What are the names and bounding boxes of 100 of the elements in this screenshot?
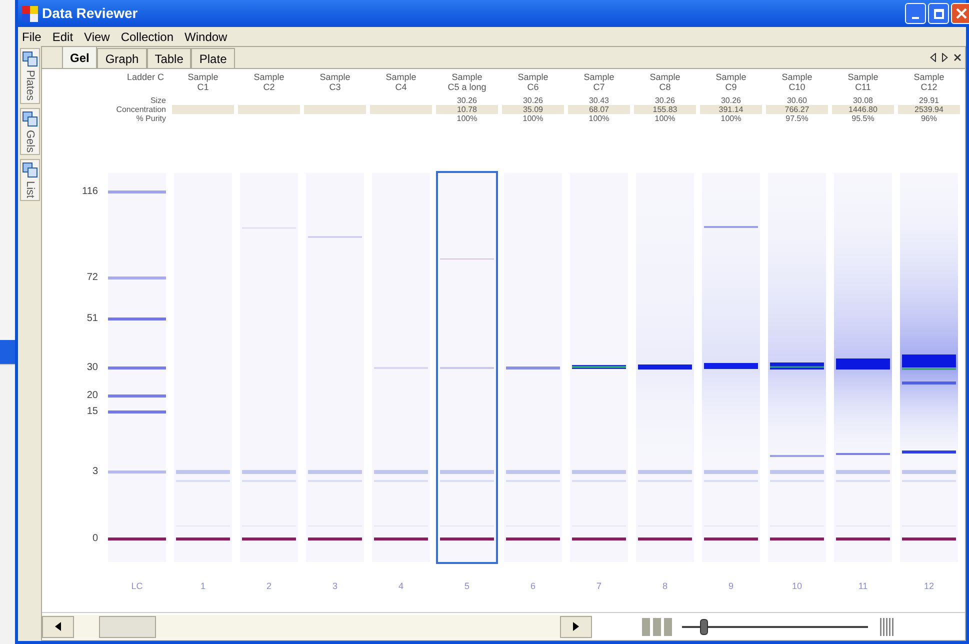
tab[interactable]: Gel <box>62 46 98 68</box>
lane-number: LC <box>131 580 143 593</box>
size-value: 30.43 <box>588 96 610 105</box>
lane-number: 11 <box>858 580 868 593</box>
purity-value: 95.5% <box>852 114 874 123</box>
lane-number: 6 <box>530 580 536 593</box>
row-label: Size <box>150 96 166 105</box>
purity-value: 100% <box>456 114 478 123</box>
close-icon <box>956 8 967 19</box>
axis-label: 30 <box>86 363 98 373</box>
app-icon <box>22 6 38 22</box>
purity-value: 100% <box>654 114 676 123</box>
size-value: 30.60 <box>786 96 808 105</box>
column-header: Sample C8 <box>650 72 680 94</box>
axis-label: 15 <box>86 407 98 417</box>
row-label: % Purity <box>136 114 166 123</box>
concentration-value: 391.14 <box>700 105 762 114</box>
gel-lane[interactable] <box>436 171 498 564</box>
tab[interactable]: Graph <box>97 48 147 68</box>
slider-thumb[interactable] <box>700 618 708 634</box>
size-value: 30.26 <box>654 96 676 105</box>
lane-number: 1 <box>200 580 206 593</box>
concentration-value: 2539.94 <box>898 105 960 114</box>
minimize-button[interactable] <box>905 3 926 24</box>
narrow-lanes-icon[interactable] <box>880 618 894 636</box>
size-value: 30.08 <box>852 96 874 105</box>
window-title: Data Reviewer <box>42 4 138 23</box>
lane-number: 5 <box>464 580 470 593</box>
axis-label: 20 <box>86 391 98 401</box>
row-label: Concentration <box>116 105 166 114</box>
scrollbar-thumb[interactable] <box>99 616 156 638</box>
size-value: 30.26 <box>720 96 742 105</box>
panel-icon <box>22 162 38 178</box>
concentration-value: 35.09 <box>502 105 564 114</box>
concentration-value <box>304 105 366 114</box>
size-value: 29.91 <box>918 96 940 105</box>
lane-number: 8 <box>662 580 668 593</box>
menu-item[interactable]: Collection <box>120 28 174 46</box>
concentration-value: 155.83 <box>634 105 696 114</box>
close-button[interactable] <box>951 3 969 24</box>
side-tab[interactable]: Gels <box>20 108 40 156</box>
column-header: Ladder C <box>126 72 165 84</box>
axis-label: 116 <box>82 187 98 197</box>
wide-lanes-icon[interactable] <box>642 618 672 636</box>
column-header: Sample C7 <box>584 72 614 94</box>
purity-value: 100% <box>588 114 610 123</box>
menu-item[interactable]: Window <box>184 28 228 46</box>
panel-icon <box>22 110 38 127</box>
column-header: Sample C12 <box>914 72 944 94</box>
tab[interactable]: Plate <box>191 48 235 68</box>
scroll-right-button[interactable] <box>560 616 592 638</box>
maximize-button[interactable] <box>928 3 949 24</box>
axis-label: 3 <box>92 467 98 477</box>
lane-number: 10 <box>792 580 802 593</box>
side-tab[interactable]: Plates <box>20 48 40 104</box>
lane-number: 9 <box>728 580 734 593</box>
lane-number: 3 <box>332 580 338 593</box>
column-header: Sample C3 <box>320 72 350 94</box>
axis-label: 51 <box>86 314 98 324</box>
scroll-right-icon[interactable] <box>942 53 948 62</box>
horizontal-scrollbar[interactable] <box>42 614 592 638</box>
column-header: Sample C5 a long <box>448 72 486 94</box>
purity-value: 96% <box>920 114 937 123</box>
size-value: 30.26 <box>456 96 478 105</box>
lane-number: 4 <box>398 580 404 593</box>
lane-number: 12 <box>924 580 934 593</box>
close-icon[interactable] <box>954 54 961 61</box>
concentration-value: 1446.80 <box>832 105 894 114</box>
column-header: Sample C1 <box>188 72 218 94</box>
menu-item[interactable]: Edit <box>52 28 74 46</box>
concentration-value: 10.78 <box>436 105 498 114</box>
concentration-value <box>238 105 300 114</box>
purity-value: 97.5% <box>786 114 808 123</box>
menu-item[interactable]: File <box>22 28 42 46</box>
lane-number: 2 <box>266 580 272 593</box>
concentration-value <box>172 105 234 114</box>
concentration-value <box>370 105 432 114</box>
zoom-slider[interactable] <box>682 616 868 636</box>
column-header: Sample C10 <box>782 72 812 94</box>
scroll-left-icon[interactable] <box>930 53 936 62</box>
axis-label: 72 <box>86 273 98 283</box>
column-header: Sample C4 <box>386 72 416 94</box>
right-arrow-icon <box>573 622 579 631</box>
purity-value: 100% <box>720 114 742 123</box>
scroll-left-button[interactable] <box>42 616 74 638</box>
panel-icon <box>22 51 38 67</box>
column-header: Sample C9 <box>716 72 746 94</box>
concentration-value: 68.07 <box>568 105 630 114</box>
lane-number: 7 <box>596 580 602 593</box>
menu-item[interactable]: View <box>84 28 110 46</box>
column-header: Sample C2 <box>254 72 284 94</box>
side-tab[interactable]: List <box>20 159 40 202</box>
tab[interactable]: Table <box>146 48 192 68</box>
size-value: 30.26 <box>522 96 544 105</box>
purity-value: 100% <box>522 114 544 123</box>
left-arrow-icon <box>55 622 61 631</box>
column-header: Sample C6 <box>518 72 548 94</box>
column-header: Sample C11 <box>848 72 878 94</box>
axis-label: 0 <box>92 534 98 544</box>
concentration-value: 766.27 <box>766 105 828 114</box>
